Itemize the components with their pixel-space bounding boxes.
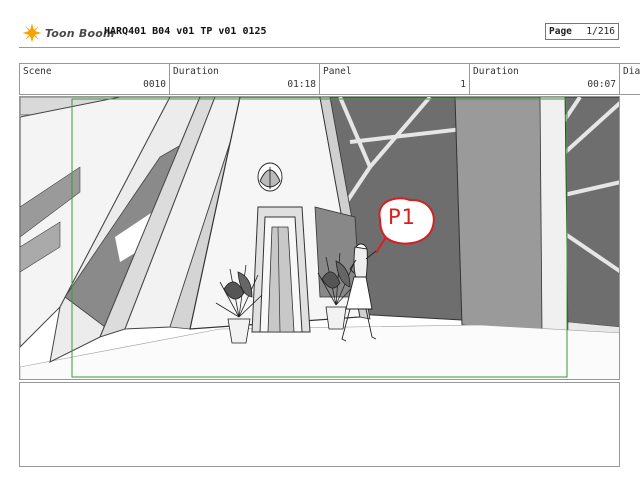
panel-duration-cell: Duration 00:07 — [469, 64, 620, 94]
scene-cell: Scene 0010 — [19, 64, 169, 94]
panel-cell: Panel 1 — [319, 64, 469, 94]
toon-boom-logo-icon — [22, 23, 42, 43]
page-value: 1/216 — [586, 26, 615, 37]
panel-label: Panel — [323, 66, 352, 77]
page-indicator: Page 1/216 — [545, 23, 619, 40]
scene-duration-label: Duration — [173, 66, 219, 77]
page-label: Page — [549, 26, 572, 37]
toon-boom-logo: Toon Boom — [22, 22, 115, 44]
document-title: HARQ401 B04 v01 TP v01 0125 — [104, 26, 267, 37]
panel-drawing — [20, 97, 619, 379]
panel-duration-value: 00:07 — [587, 79, 616, 90]
dialogue-label: Dia — [623, 66, 640, 77]
scene-value: 0010 — [143, 79, 166, 90]
scene-label: Scene — [23, 66, 52, 77]
scene-duration-cell: Duration 01:18 — [169, 64, 319, 94]
header-divider — [19, 47, 620, 48]
dialogue-cell: Dia — [620, 64, 640, 94]
panel-info-row: Scene 0010 Duration 01:18 Panel 1 Durati… — [19, 63, 640, 95]
dialogue-notes-box[interactable] — [19, 382, 620, 467]
p1-callout-text: P1 — [388, 205, 417, 229]
panel-duration-label: Duration — [473, 66, 519, 77]
storyboard-panel[interactable]: P1 — [19, 96, 620, 380]
scene-duration-value: 01:18 — [287, 79, 316, 90]
panel-value: 1 — [460, 79, 466, 90]
